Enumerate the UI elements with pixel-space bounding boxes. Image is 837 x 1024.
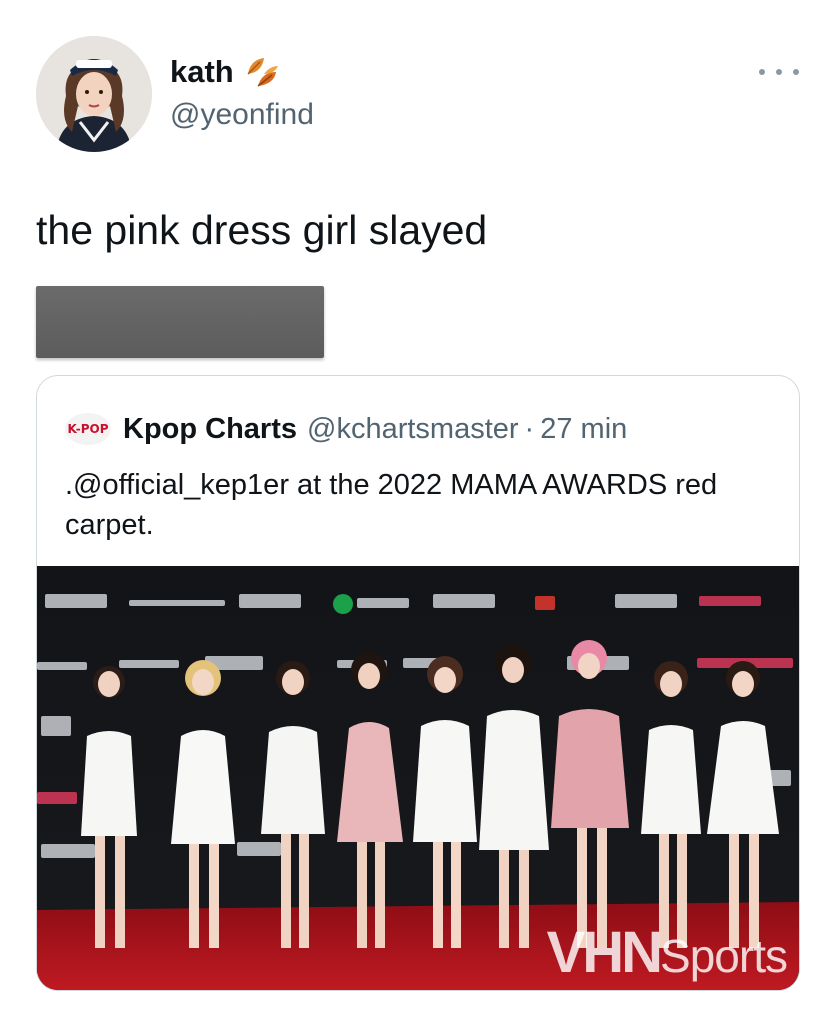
photo-watermark: VHNSports — [546, 919, 788, 986]
quoted-author-avatar[interactable]: K-POP — [65, 413, 111, 445]
quoted-tweet-photo[interactable]: VHNSports — [37, 566, 799, 990]
leaf-fall-icon — [242, 52, 282, 92]
author-handle[interactable]: @yeonfind — [170, 95, 314, 135]
author-display-name: kath — [170, 54, 234, 89]
more-options-icon[interactable] — [759, 62, 799, 82]
watermark-bold: VHN — [546, 920, 663, 985]
more-dot — [776, 69, 782, 75]
quoted-tweet-card[interactable]: K-POP Kpop Charts @kchartsmaster · 27 mi… — [36, 375, 800, 991]
redaction-box — [36, 286, 324, 358]
quoted-timestamp[interactable]: 27 min — [540, 410, 627, 448]
watermark-light: Sports — [660, 930, 788, 982]
author-name[interactable]: kath — [170, 52, 282, 92]
dot-separator: · — [524, 413, 535, 445]
quoted-author-handle[interactable]: @kchartsmaster — [307, 410, 519, 448]
quoted-author-name[interactable]: Kpop Charts — [123, 410, 297, 448]
author-avatar[interactable] — [36, 36, 152, 152]
avatar-image — [36, 36, 152, 152]
tweet-text: the pink dress girl slayed — [36, 207, 488, 253]
more-dot — [793, 69, 799, 75]
quoted-tweet-header: K-POP Kpop Charts @kchartsmaster · 27 mi… — [65, 410, 627, 448]
quoted-tweet-text: .@official_kep1er at the 2022 MAMA AWARD… — [65, 469, 718, 541]
more-dot — [759, 69, 765, 75]
